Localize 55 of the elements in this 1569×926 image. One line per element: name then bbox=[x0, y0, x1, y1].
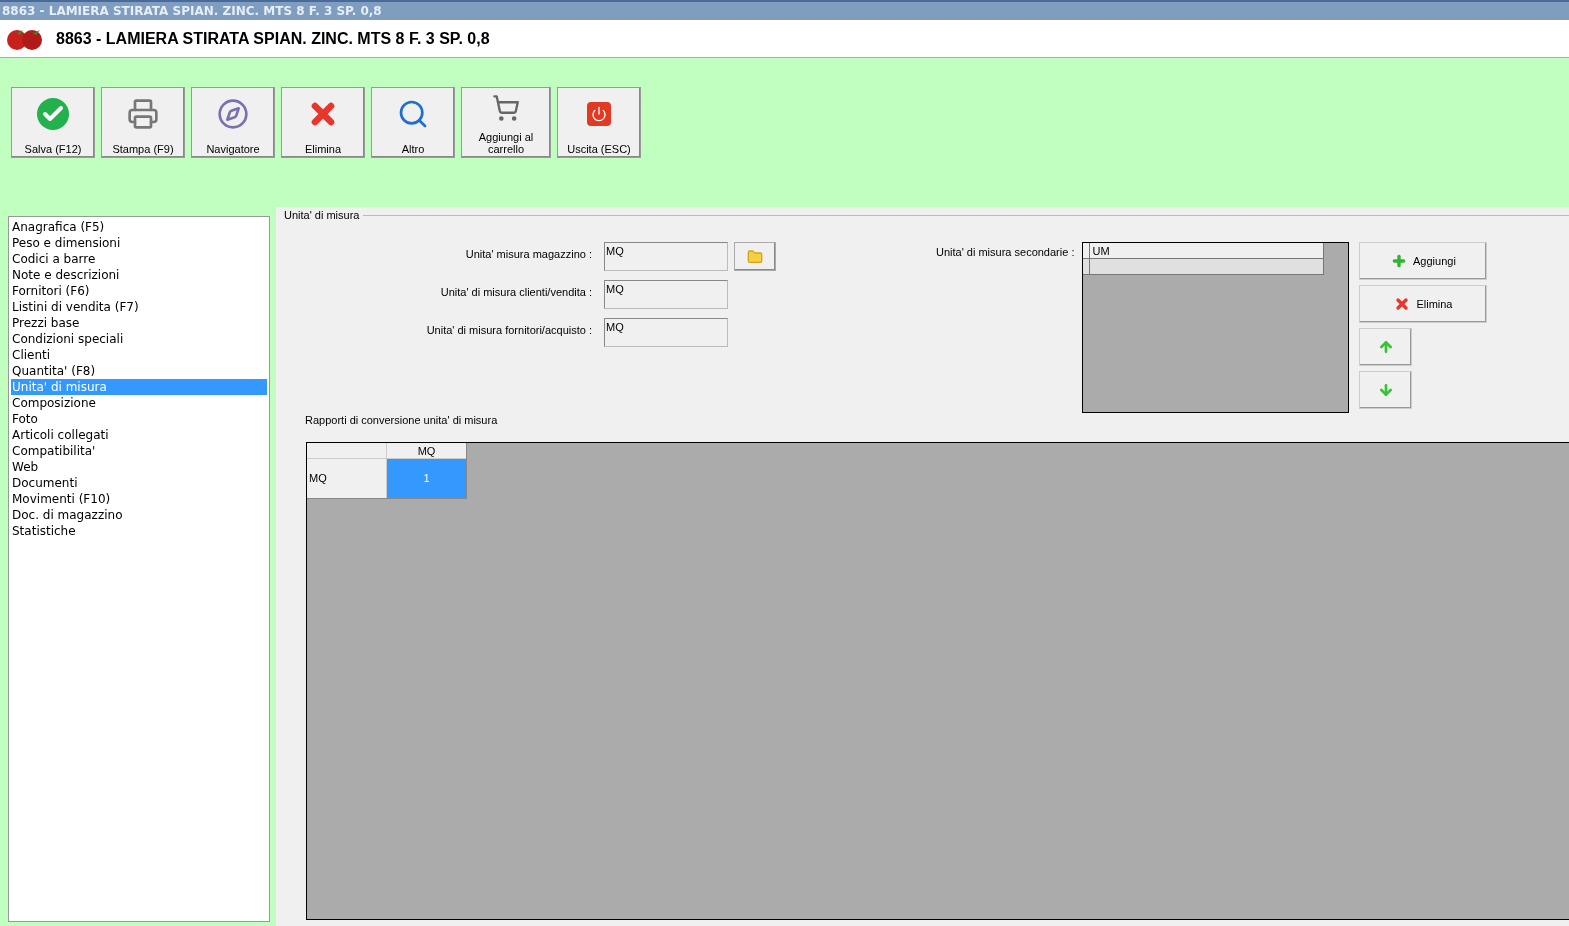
folder-icon bbox=[747, 248, 763, 265]
section-item[interactable]: Quantita' (F8) bbox=[11, 363, 267, 379]
action-button[interactable]: Aggiungi bbox=[1359, 242, 1488, 280]
section-item[interactable]: Anagrafica (F5) bbox=[11, 219, 267, 235]
section-item[interactable]: Doc. di magazzino bbox=[11, 507, 267, 523]
section-item[interactable]: Web bbox=[11, 459, 267, 475]
compass-icon bbox=[217, 98, 249, 130]
section-item[interactable]: Movimenti (F10) bbox=[11, 491, 267, 507]
toolbar-button[interactable]: Stampa (F9) bbox=[101, 87, 185, 158]
action-button[interactable]: Elimina bbox=[1359, 285, 1488, 323]
input-field[interactable]: MQ bbox=[604, 318, 728, 347]
move-down-button[interactable] bbox=[1359, 371, 1413, 409]
input-field[interactable]: MQ bbox=[604, 280, 728, 309]
field-label: Unita' di misura fornitori/acquisto : bbox=[425, 323, 593, 338]
checkmark-icon bbox=[37, 98, 69, 130]
section-item[interactable]: Listini di vendita (F7) bbox=[11, 299, 267, 315]
section-item[interactable]: Condizioni speciali bbox=[11, 331, 267, 347]
section-item[interactable]: Clienti bbox=[11, 347, 267, 363]
toolbar-button[interactable]: Uscita (ESC) bbox=[557, 87, 641, 158]
toolbar-button[interactable]: Navigatore bbox=[191, 87, 275, 158]
search-icon bbox=[397, 98, 429, 130]
move-up-button[interactable] bbox=[1359, 328, 1413, 366]
header-title: 8863 - LAMIERA STIRATA SPIAN. ZINC. MTS 8 F. 3 SP. 0,8 bbox=[56, 28, 490, 49]
arrow-up-icon bbox=[1377, 339, 1394, 355]
toolbar-button[interactable]: Elimina bbox=[281, 87, 365, 158]
browse-button[interactable] bbox=[734, 242, 776, 271]
field-label: Unita' di misura secondarie : bbox=[936, 245, 1076, 260]
section-item[interactable]: Documenti bbox=[11, 475, 267, 491]
section-item[interactable]: Fornitori (F6) bbox=[11, 283, 267, 299]
arrow-down-icon bbox=[1377, 382, 1394, 398]
section-item[interactable]: Note e descrizioni bbox=[11, 267, 267, 283]
section-item[interactable]: Prezzi base bbox=[11, 315, 267, 331]
close-icon bbox=[1394, 296, 1411, 312]
section-item[interactable]: Composizione bbox=[11, 395, 267, 411]
section-item[interactable]: Foto bbox=[11, 411, 267, 427]
toolbar-button[interactable]: Altro bbox=[371, 87, 455, 158]
section-item[interactable]: Statistiche bbox=[11, 523, 267, 539]
column-header: UM bbox=[1091, 244, 1110, 258]
printer-icon bbox=[127, 98, 159, 130]
window-title: 8863 - LAMIERA STIRATA SPIAN. ZINC. MTS 8 F. 3 SP. 0,8 bbox=[2, 3, 382, 20]
field-label: Unita' di misura clienti/vendita : bbox=[439, 285, 593, 300]
plus-icon bbox=[1391, 253, 1408, 269]
column-header: MQ bbox=[416, 443, 437, 458]
section-item[interactable]: Articoli collegati bbox=[11, 427, 267, 443]
power-icon bbox=[587, 102, 611, 126]
section-item[interactable]: Peso e dimensioni bbox=[11, 235, 267, 251]
cart-icon bbox=[492, 94, 520, 122]
input-field[interactable]: MQ bbox=[604, 242, 728, 271]
section-item[interactable]: Compatibilita' bbox=[11, 443, 267, 459]
field-label: Unita' misura magazzino : bbox=[464, 247, 593, 262]
toolbar-button[interactable]: Aggiungi al carrello bbox=[461, 87, 551, 158]
section-label: Rapporti di conversione unita' di misura bbox=[305, 413, 499, 428]
toolbar-button[interactable]: Salva (F12) bbox=[11, 87, 95, 158]
group-title: Unita' di misura bbox=[283, 207, 361, 223]
section-item[interactable]: Codici a barre bbox=[11, 251, 267, 267]
